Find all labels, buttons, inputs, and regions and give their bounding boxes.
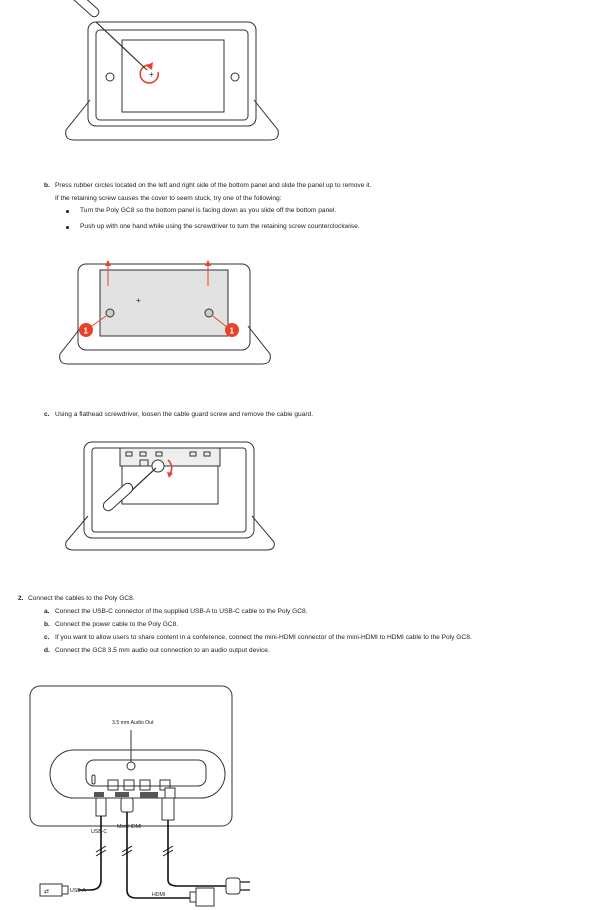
figure-cable-guard [65, 441, 275, 551]
bullet-2-text: Push up with one hand while using the sc… [80, 223, 360, 230]
power-cable [167, 820, 226, 887]
usbc-connector [95, 797, 107, 817]
step-2c-label: c. [44, 634, 50, 641]
step-c-text: Using a flathead screwdriver, loosen the… [55, 411, 314, 418]
step-b-label: b. [44, 182, 50, 189]
usb-a-plug-icon: ⇄ [39, 883, 69, 897]
usb-cable [78, 816, 102, 891]
bullet-1-text: Turn the Poly GC8 so the bottom panel is… [80, 207, 337, 214]
step-c-label: c. [44, 411, 50, 418]
step-2-text: Connect the cables to the Poly GC8. [28, 595, 135, 602]
svg-text:+: + [149, 70, 154, 79]
figure-cable-connections: 3.5 mm Audio Out USB-C Mini-HDMI ⇄ USB-A… [29, 685, 250, 907]
figure-slide-panel: + 1 1 [59, 260, 271, 365]
minihdmi-port [115, 792, 129, 797]
callout-right-number: 1 [230, 327, 235, 336]
step-b-text: Press rubber circles located on the left… [55, 182, 372, 189]
bullet-2 [66, 226, 69, 229]
usbc-port [94, 792, 104, 797]
power-port [164, 787, 176, 799]
hdmi-port [140, 792, 158, 798]
power-plug-icon [225, 877, 250, 895]
bullet-1 [66, 210, 69, 213]
step-2b-label: b. [44, 621, 50, 628]
step-2d-label: d. [44, 647, 50, 654]
minihdmi-connector [120, 797, 134, 813]
screwdriver-icon [71, 0, 148, 71]
usba-label: USB-A [70, 888, 86, 894]
step-2-label: 2. [18, 595, 24, 602]
hdmi-plug-icon [189, 887, 215, 907]
rubber-circle-left [105, 308, 115, 318]
step-2d-text: Connect the GC8 3.5 mm audio out connect… [55, 647, 270, 654]
callout-left-number: 1 [84, 327, 89, 336]
figure-remove-screw: + [65, 0, 279, 141]
audio-out-port [126, 761, 136, 771]
step-b-note: If the retaining screw causes the cover … [55, 195, 282, 202]
power-connector [161, 797, 175, 821]
side-screw-left [105, 72, 115, 82]
svg-text:+: + [136, 296, 141, 305]
stand-base-outline [65, 515, 275, 551]
side-screw-right [230, 72, 240, 82]
screwdriver-icon [102, 467, 157, 512]
svg-text:⇄: ⇄ [44, 888, 49, 895]
step-2c-text: If you want to allow users to share cont… [55, 634, 472, 641]
step-2a-text: Connect the USB-C connector of the suppl… [55, 608, 308, 615]
audio-out-label: 3.5 mm Audio Out [112, 720, 154, 726]
minihdmi-label: Mini-HDMI [117, 824, 142, 830]
step-2b-text: Connect the power cable to the Poly GC8. [55, 621, 179, 628]
step-2a-label: a. [44, 608, 50, 615]
bottom-panel [99, 269, 229, 337]
bottom-panel [121, 39, 225, 113]
rubber-circle-right [204, 308, 214, 318]
rear-panel [49, 749, 226, 799]
usbc-label: USB-C [91, 829, 107, 835]
hdmi-label: HDMI [152, 892, 165, 898]
